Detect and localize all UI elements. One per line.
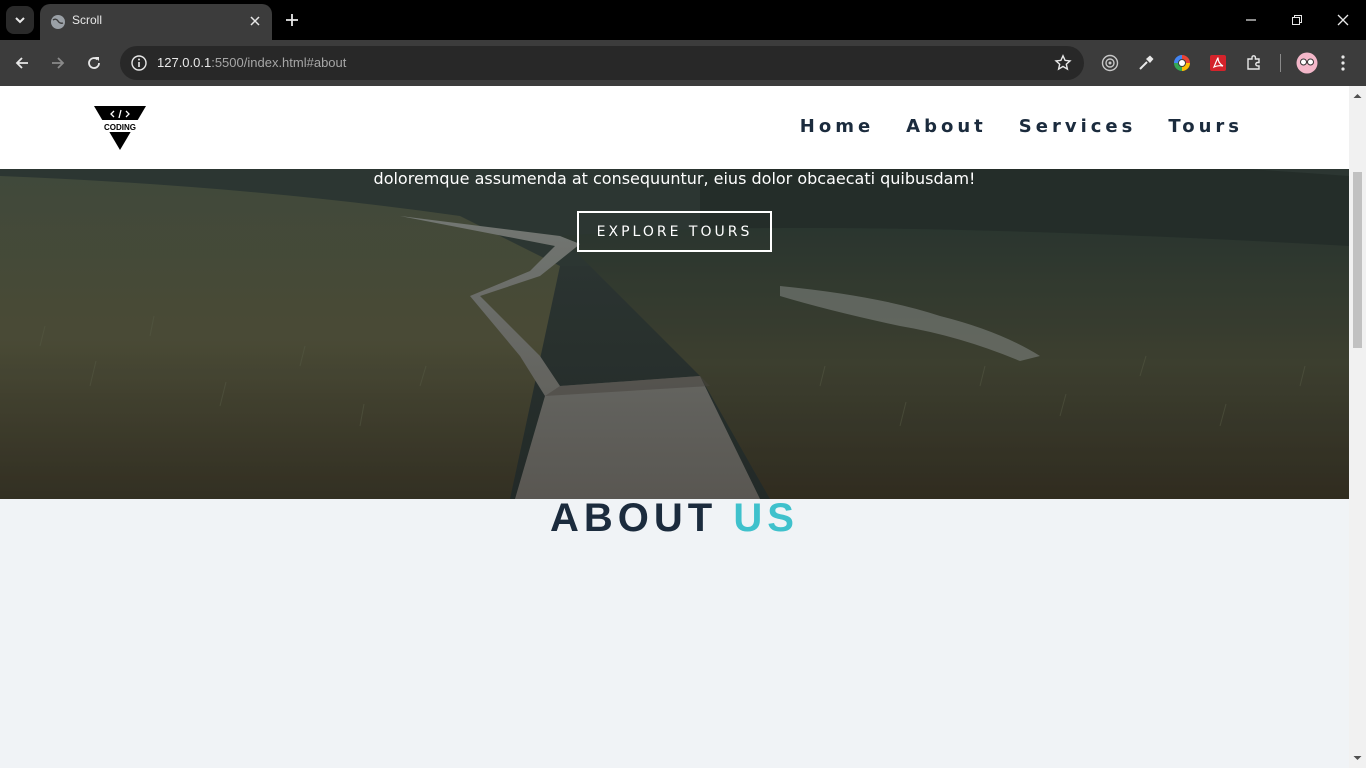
arrow-left-icon: [15, 57, 28, 69]
extension-target-button[interactable]: [1099, 52, 1121, 74]
close-window-button[interactable]: [1331, 8, 1355, 32]
color-wheel-icon: [1174, 55, 1190, 71]
site-navbar: CODING Home About Services Tours: [0, 86, 1349, 169]
scroll-down-icon[interactable]: [1353, 754, 1362, 762]
reload-icon: [88, 57, 100, 69]
nav-link-about[interactable]: About: [906, 116, 987, 137]
eyedropper-icon: [1139, 55, 1154, 70]
browser-tabstrip: Scroll: [0, 0, 1366, 40]
about-section-title: ABOUT US: [0, 496, 1349, 541]
site-info-icon[interactable]: [130, 54, 148, 72]
coding-logo[interactable]: CODING: [94, 106, 146, 150]
target-icon: [1101, 54, 1119, 72]
forward-button[interactable]: [46, 51, 70, 75]
tab-title: Scroll: [72, 13, 103, 27]
hero-text: doloremque assumenda at consequuntur, ei…: [373, 169, 976, 188]
restore-icon: [1292, 15, 1302, 25]
back-button[interactable]: [10, 51, 34, 75]
tab-close-button[interactable]: [246, 12, 264, 30]
chevron-down-icon: [15, 17, 25, 24]
profile-button[interactable]: [1296, 52, 1318, 74]
extension-pdf-button[interactable]: [1207, 52, 1229, 74]
url-host: 127.0.0.1: [157, 55, 212, 70]
scroll-thumb[interactable]: [1353, 172, 1362, 348]
close-icon: [250, 16, 260, 26]
extensions-button[interactable]: [1243, 52, 1265, 74]
bookmark-star-icon[interactable]: [1054, 54, 1072, 72]
puzzle-icon: [1247, 55, 1260, 70]
browser-menu-button[interactable]: [1332, 52, 1354, 74]
plus-icon: [286, 14, 298, 26]
globe-icon: [51, 15, 65, 29]
arrow-right-icon: [52, 57, 65, 69]
new-tab-button[interactable]: [282, 10, 302, 30]
restore-button[interactable]: [1285, 8, 1309, 32]
minimize-button[interactable]: [1239, 8, 1263, 32]
scroll-up-icon[interactable]: [1353, 92, 1362, 100]
about-title-accent: US: [733, 496, 799, 540]
toolbar-separator: [1280, 54, 1281, 72]
browser-toolbar: 127.0.0.1:5500/index.html#about: [0, 40, 1366, 86]
tab-search-button[interactable]: [6, 6, 34, 34]
logo-text: CODING: [104, 123, 136, 132]
reload-button[interactable]: [82, 51, 106, 75]
browser-tab[interactable]: Scroll: [40, 4, 272, 40]
minimize-icon: [1246, 19, 1256, 21]
nav-link-tours[interactable]: Tours: [1168, 116, 1243, 137]
close-icon: [1337, 14, 1349, 26]
extension-eyedropper-button[interactable]: [1135, 52, 1157, 74]
page-viewport: doloremque assumenda at consequuntur, ei…: [0, 86, 1349, 768]
extension-color-button[interactable]: [1171, 52, 1193, 74]
url-text[interactable]: 127.0.0.1:5500/index.html#about: [157, 55, 346, 70]
nav-links: Home About Services Tours: [800, 116, 1243, 137]
nav-link-home[interactable]: Home: [800, 116, 874, 137]
page-scrollbar[interactable]: [1349, 86, 1366, 768]
nav-link-services[interactable]: Services: [1019, 116, 1137, 137]
kebab-menu-icon: [1341, 55, 1345, 71]
explore-tours-button[interactable]: EXPLORE TOURS: [577, 211, 772, 252]
address-bar[interactable]: 127.0.0.1:5500/index.html#about: [120, 46, 1084, 80]
url-path: :5500/index.html#about: [211, 55, 347, 70]
pdf-icon: [1210, 55, 1226, 71]
avatar-icon: [1296, 52, 1318, 74]
about-title-main: ABOUT: [550, 496, 718, 540]
